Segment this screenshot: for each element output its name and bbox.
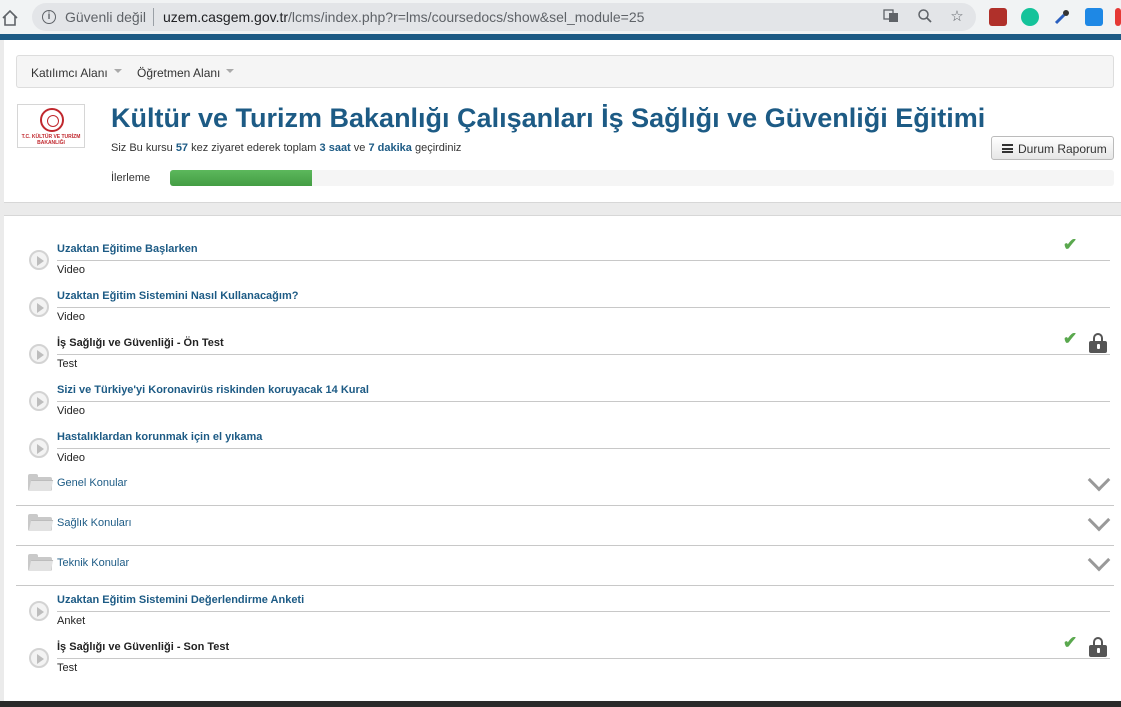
- folder-label[interactable]: Sağlık Konuları: [57, 517, 132, 529]
- item-title[interactable]: İş Sağlığı ve Güvenliği - Ön Test: [57, 337, 224, 349]
- visit-summary: Siz Bu kursu 57 kez ziyaret ederek topla…: [111, 142, 461, 154]
- checkmark-icon: ✔: [1063, 329, 1078, 348]
- list-item[interactable]: Uzaktan Eğitime Başlarken Video ✔: [4, 217, 1121, 276]
- url-separator: [153, 8, 154, 26]
- url-path: /lcms/index.php?r=lms/coursedocs/show&se…: [288, 9, 645, 25]
- play-icon[interactable]: [29, 648, 49, 668]
- item-divider: [57, 611, 1110, 612]
- item-title[interactable]: Uzaktan Eğitim Sistemini Nasıl Kullanaca…: [57, 290, 298, 302]
- list-item[interactable]: İş Sağlığı ve Güvenliği - Son Test Test ✔: [4, 615, 1121, 674]
- item-title[interactable]: Sizi ve Türkiye'yi Koronavirüs riskinden…: [57, 384, 369, 396]
- top-navigation: Katılımcı Alanı Öğretmen Alanı: [16, 55, 1114, 88]
- item-divider: [57, 354, 1110, 355]
- visit-hours: 3 saat: [319, 142, 351, 154]
- visit-prefix: Siz Bu kursu: [111, 142, 173, 154]
- status-report-button[interactable]: Durum Raporum: [991, 136, 1114, 160]
- item-title[interactable]: Hastalıklardan korunmak için el yıkama: [57, 431, 262, 443]
- url-text[interactable]: uzem.casgem.gov.tr/lcms/index.php?r=lms/…: [163, 9, 644, 25]
- visit-and: ve: [353, 142, 366, 154]
- zoom-icon[interactable]: [916, 8, 934, 26]
- status-report-label: Durum Raporum: [1018, 142, 1107, 156]
- list-icon: [1002, 144, 1013, 153]
- visit-minutes: 7 dakika: [368, 142, 412, 154]
- ministry-logo: T.C. KÜLTÜR VE TURİZM BAKANLIĞI: [17, 104, 85, 148]
- url-domain: uzem.casgem.gov.tr: [163, 9, 289, 25]
- snowflake-extension-icon[interactable]: [1085, 8, 1103, 26]
- list-item[interactable]: Hastalıklardan korunmak için el yıkama Vi…: [4, 405, 1121, 464]
- folder-icon: [28, 474, 54, 491]
- progress-bar: [170, 170, 1114, 186]
- item-title[interactable]: İş Sağlığı ve Güvenliği - Son Test: [57, 641, 229, 653]
- item-title[interactable]: Uzaktan Eğitim Sistemini Değerlendirme A…: [57, 594, 304, 606]
- list-item[interactable]: Sizi ve Türkiye'yi Koronavirüs riskinden…: [4, 358, 1121, 417]
- folder-label[interactable]: Genel Konular: [57, 477, 127, 489]
- browser-toolbar: i Güvenli değil uzem.casgem.gov.tr/lcms/…: [0, 0, 1121, 34]
- visit-mid: kez ziyaret ederek toplam: [191, 142, 317, 154]
- extension-icon[interactable]: [1115, 8, 1121, 26]
- play-icon[interactable]: [29, 438, 49, 458]
- grammarly-extension-icon[interactable]: [1021, 8, 1039, 26]
- folder-front: [28, 520, 54, 531]
- list-item[interactable]: Uzaktan Eğitim Sistemini Nasıl Kullanaca…: [4, 264, 1121, 323]
- folder-icon: [28, 514, 54, 531]
- item-divider: [57, 260, 1110, 261]
- emblem-icon: [40, 108, 64, 132]
- chevron-down-icon[interactable]: [1088, 472, 1108, 492]
- bookmark-star-icon[interactable]: ☆: [948, 8, 966, 26]
- home-icon[interactable]: [0, 8, 20, 28]
- caret-down-icon: [113, 68, 122, 73]
- folder-row[interactable]: Sağlık Konuları: [16, 506, 1114, 546]
- visit-suffix: geçirdiniz: [414, 142, 462, 154]
- chevron-down-icon[interactable]: [1088, 512, 1108, 532]
- address-bar[interactable]: i Güvenli değil uzem.casgem.gov.tr/lcms/…: [32, 3, 976, 31]
- pdf-extension-icon[interactable]: [989, 8, 1007, 26]
- checkmark-icon: ✔: [1063, 235, 1078, 254]
- progress-fill: [170, 170, 312, 186]
- info-icon[interactable]: i: [42, 10, 56, 24]
- logo-text: T.C. KÜLTÜR VE TURİZM BAKANLIĞI: [21, 134, 81, 146]
- item-type: Video: [57, 452, 85, 464]
- progress-label: İlerleme: [111, 172, 151, 184]
- visit-count: 57: [175, 142, 189, 154]
- course-page: Katılımcı Alanı Öğretmen Alanı T.C. KÜLT…: [4, 40, 1121, 707]
- item-divider: [57, 307, 1110, 308]
- section-divider: [4, 202, 1121, 216]
- nav-teacher-area[interactable]: Öğretmen Alanı: [137, 66, 235, 80]
- nav-teacher-label: Öğretmen Alanı: [137, 66, 221, 80]
- translate-icon[interactable]: [882, 8, 900, 26]
- lock-icon: [1089, 333, 1107, 353]
- checkmark-icon: ✔: [1063, 633, 1078, 652]
- nav-participant-label: Katılımcı Alanı: [31, 66, 108, 80]
- item-divider: [57, 658, 1110, 659]
- lock-icon: [1089, 637, 1107, 657]
- caret-down-icon: [226, 68, 235, 73]
- eyedropper-extension-icon[interactable]: [1053, 8, 1071, 26]
- course-title: Kültür ve Turizm Bakanlığı Çalışanları İ…: [111, 103, 986, 133]
- folder-front: [28, 480, 54, 491]
- list-item[interactable]: İş Sağlığı ve Güvenliği - Ön Test Test ✔: [4, 311, 1121, 370]
- lock-body: [1089, 645, 1107, 657]
- item-title[interactable]: Uzaktan Eğitime Başlarken: [57, 243, 198, 255]
- nav-participant-area[interactable]: Katılımcı Alanı: [31, 66, 122, 80]
- item-divider: [57, 401, 1110, 402]
- list-item[interactable]: Uzaktan Eğitim Sistemini Değerlendirme A…: [4, 568, 1121, 627]
- item-divider: [57, 448, 1110, 449]
- folder-row[interactable]: Genel Konular: [16, 466, 1114, 506]
- lock-body: [1089, 341, 1107, 353]
- security-label: Güvenli değil: [65, 9, 146, 25]
- item-type: Test: [57, 662, 78, 674]
- taskbar-edge: [0, 701, 1121, 707]
